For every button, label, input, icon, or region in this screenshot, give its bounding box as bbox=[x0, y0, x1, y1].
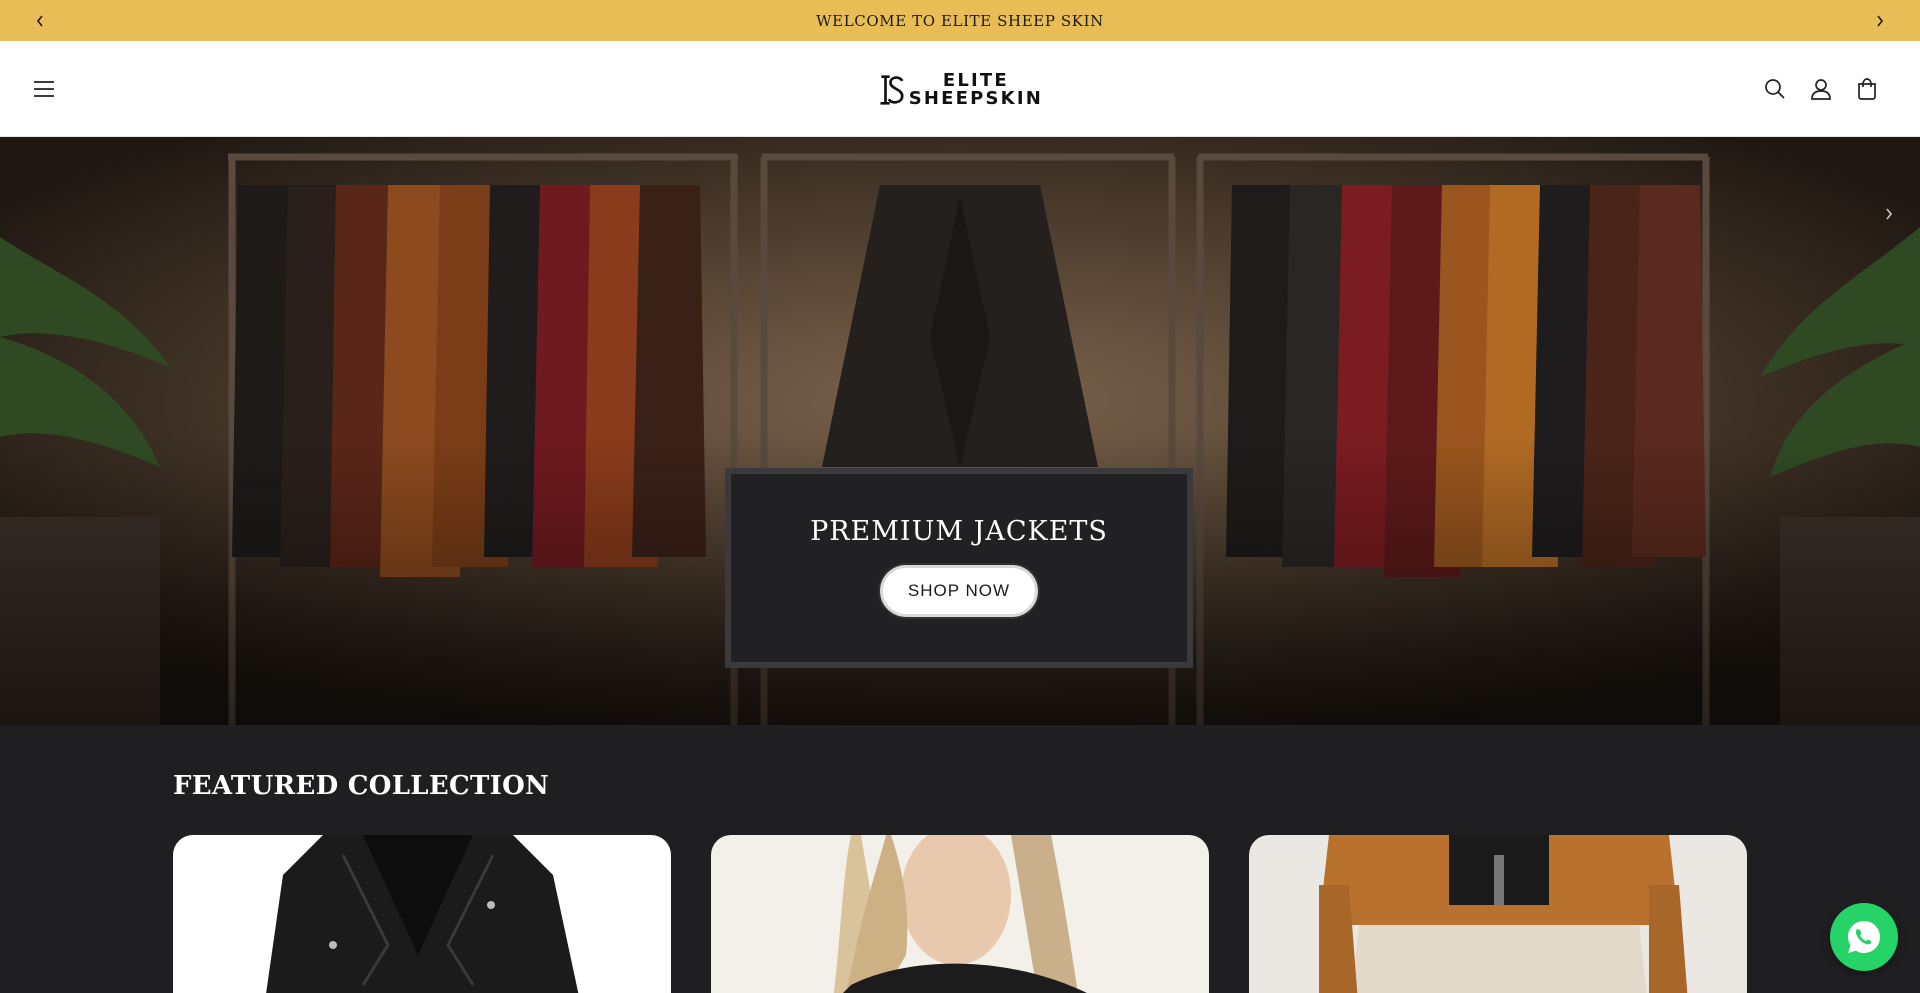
account-icon bbox=[1811, 79, 1831, 100]
site-logo[interactable]: ELITE SHEEPSKIN bbox=[878, 69, 1043, 111]
menu-icon bbox=[34, 81, 54, 97]
site-header: ELITE SHEEPSKIN bbox=[0, 41, 1920, 137]
product-image bbox=[833, 835, 1087, 993]
search-button[interactable] bbox=[1755, 69, 1795, 109]
announcement-text: WELCOME TO ELITE SHEEP SKIN bbox=[816, 11, 1104, 30]
logo-line-2: SHEEPSKIN bbox=[908, 88, 1043, 109]
search-icon bbox=[1765, 79, 1785, 99]
product-card[interactable] bbox=[711, 835, 1209, 993]
hero-title: PREMIUM JACKETS bbox=[810, 516, 1108, 547]
menu-button[interactable] bbox=[24, 69, 64, 109]
product-image bbox=[266, 835, 579, 993]
hero-banner: PREMIUM JACKETS SHOP NOW bbox=[0, 137, 1920, 725]
product-card[interactable] bbox=[1249, 835, 1747, 993]
announcement-next-button[interactable] bbox=[1860, 0, 1900, 41]
hero-content-box: PREMIUM JACKETS SHOP NOW bbox=[725, 468, 1193, 668]
whatsapp-icon bbox=[1848, 921, 1880, 953]
product-card[interactable] bbox=[173, 835, 671, 993]
cart-button[interactable] bbox=[1847, 69, 1887, 109]
hero-next-button[interactable] bbox=[1884, 207, 1908, 231]
announcement-bar: WELCOME TO ELITE SHEEP SKIN bbox=[0, 0, 1920, 41]
cart-icon bbox=[1858, 78, 1876, 100]
featured-collection-title: FEATURED COLLECTION bbox=[173, 771, 550, 801]
announcement-prev-button[interactable] bbox=[20, 0, 60, 41]
whatsapp-button[interactable] bbox=[1830, 903, 1898, 971]
shop-now-button[interactable]: SHOP NOW bbox=[880, 565, 1038, 617]
featured-collection-section: FEATURED COLLECTION bbox=[0, 725, 1920, 993]
chevron-right-icon bbox=[1877, 15, 1884, 26]
logo-monogram-icon bbox=[880, 75, 904, 105]
chevron-left-icon bbox=[36, 15, 43, 26]
chevron-right-icon bbox=[1886, 208, 1893, 220]
account-button[interactable] bbox=[1801, 69, 1841, 109]
product-image bbox=[1319, 835, 1688, 993]
